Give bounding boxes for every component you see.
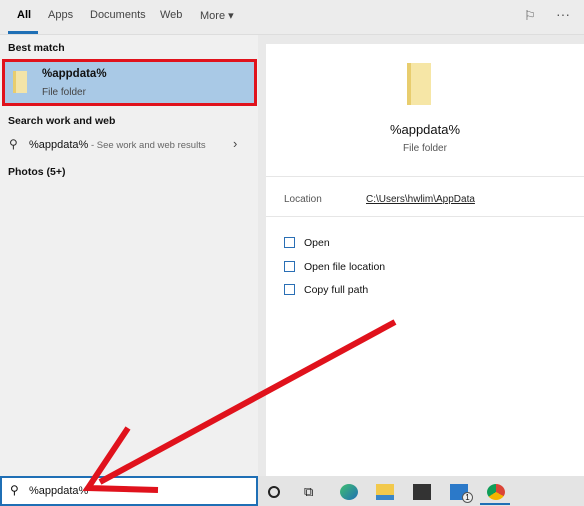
annotation-arrow xyxy=(82,319,397,493)
arrow-shaft xyxy=(98,319,397,485)
